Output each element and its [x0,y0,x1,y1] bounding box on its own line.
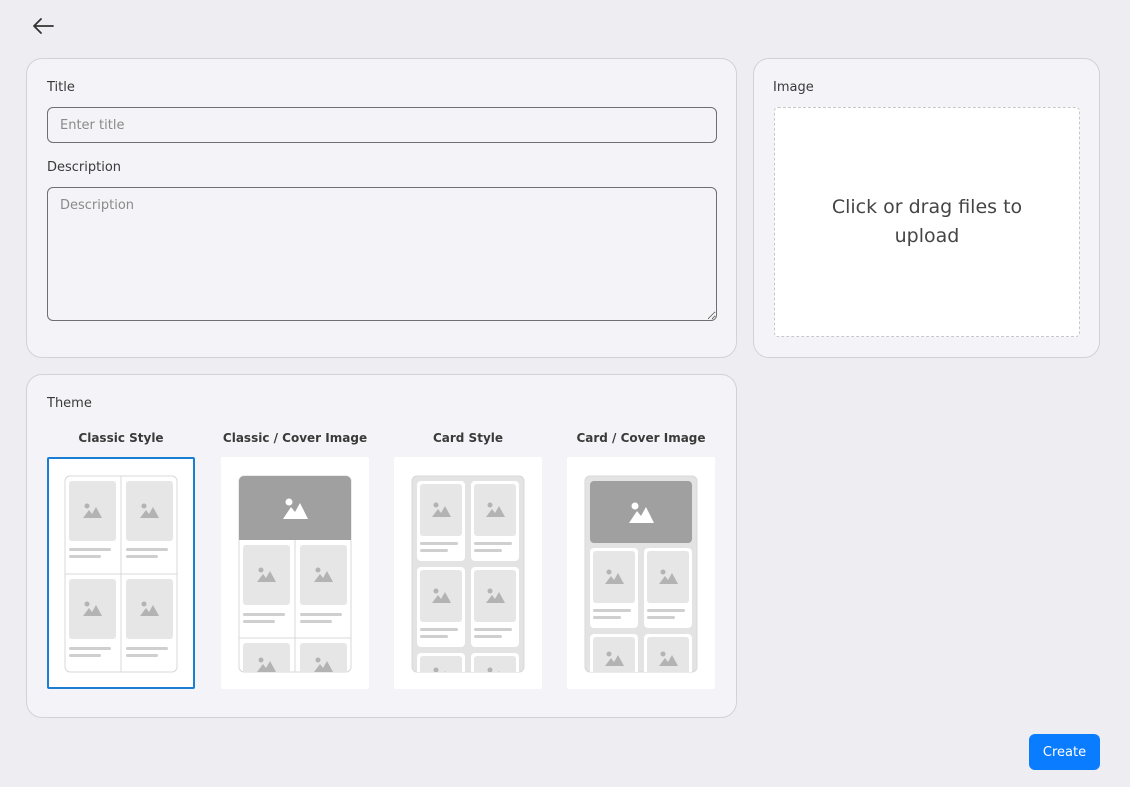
theme-panel: Theme Classic Style Classic / Cover Imag… [26,374,737,718]
theme-option-label: Card / Cover Image [576,431,706,445]
title-label: Title [47,80,75,95]
theme-preview-card-cover-image [567,457,715,689]
theme-option-card-style[interactable]: Card Style [394,431,542,689]
theme-label: Theme [47,396,92,411]
details-panel: Title Description [26,58,737,358]
card-style-preview-image [411,475,525,673]
arrow-left-icon [33,18,54,34]
theme-preview-classic-cover-image [221,457,369,689]
theme-option-label: Classic / Cover Image [222,431,368,445]
theme-preview-classic-style [47,457,195,689]
theme-option-card-cover-image[interactable]: Card / Cover Image [567,431,715,689]
description-input[interactable] [47,187,717,321]
theme-option-label: Classic Style [78,431,164,445]
description-label: Description [47,160,122,175]
classic-cover-preview-image [238,475,352,673]
image-upload-dropzone[interactable]: Click or drag files to upload [774,107,1080,337]
theme-option-classic-cover-image[interactable]: Classic / Cover Image [221,431,369,689]
title-input[interactable] [47,107,717,143]
theme-preview-card-style [394,457,542,689]
card-cover-preview-image [584,475,698,673]
image-label: Image [773,80,814,95]
back-button[interactable] [28,12,58,40]
theme-option-label: Card Style [432,431,504,445]
create-button[interactable]: Create [1029,734,1100,770]
theme-option-classic-style[interactable]: Classic Style [47,431,195,689]
image-panel: Image Click or drag files to upload [753,58,1100,358]
upload-prompt: Click or drag files to upload [831,196,1023,247]
classic-style-preview-image [64,475,178,673]
